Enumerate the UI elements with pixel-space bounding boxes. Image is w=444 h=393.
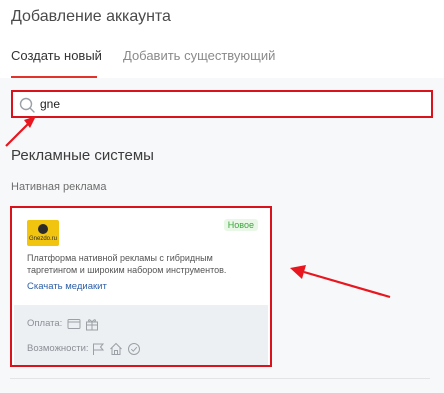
payment-label: Оплата:	[27, 318, 63, 329]
panel-divider	[10, 378, 430, 379]
gift-icon	[86, 319, 98, 331]
tab-create-new[interactable]: Создать новый	[11, 48, 102, 63]
payment-row: Оплата:	[27, 315, 257, 333]
search-icon	[19, 97, 35, 113]
card-header: Gnezdo.ru Новое Платформа нативной рекла…	[14, 210, 268, 305]
features-row: Возможности:	[27, 340, 257, 358]
download-mediakit-link[interactable]: Скачать медиакит	[27, 281, 107, 292]
new-badge: Новое	[223, 219, 258, 231]
section-subtitle: Нативная реклама	[11, 181, 107, 193]
credit-card-icon	[67, 319, 81, 329]
logo-mark	[38, 224, 48, 234]
features-label: Возможности:	[27, 343, 89, 354]
flag-icon	[93, 343, 105, 355]
tab-bar: Создать новый Добавить существующий	[0, 48, 444, 78]
tab-add-existing[interactable]: Добавить существующий	[123, 48, 275, 63]
card-features: Оплата: Возможности:	[14, 305, 268, 365]
ad-system-card[interactable]: Gnezdo.ru Новое Платформа нативной рекла…	[10, 206, 272, 367]
search-input[interactable]	[40, 95, 420, 113]
home-icon	[110, 342, 122, 355]
search-box[interactable]	[11, 90, 433, 118]
logo-text: Gnezdo.ru	[28, 236, 58, 242]
gnezdo-logo: Gnezdo.ru	[27, 220, 59, 246]
card-description: Платформа нативной рекламы с гибридным т…	[27, 253, 227, 275]
check-circle-icon	[128, 343, 140, 355]
page-title: Добавление аккаунта	[11, 8, 171, 25]
section-title: Рекламные системы	[11, 147, 154, 164]
